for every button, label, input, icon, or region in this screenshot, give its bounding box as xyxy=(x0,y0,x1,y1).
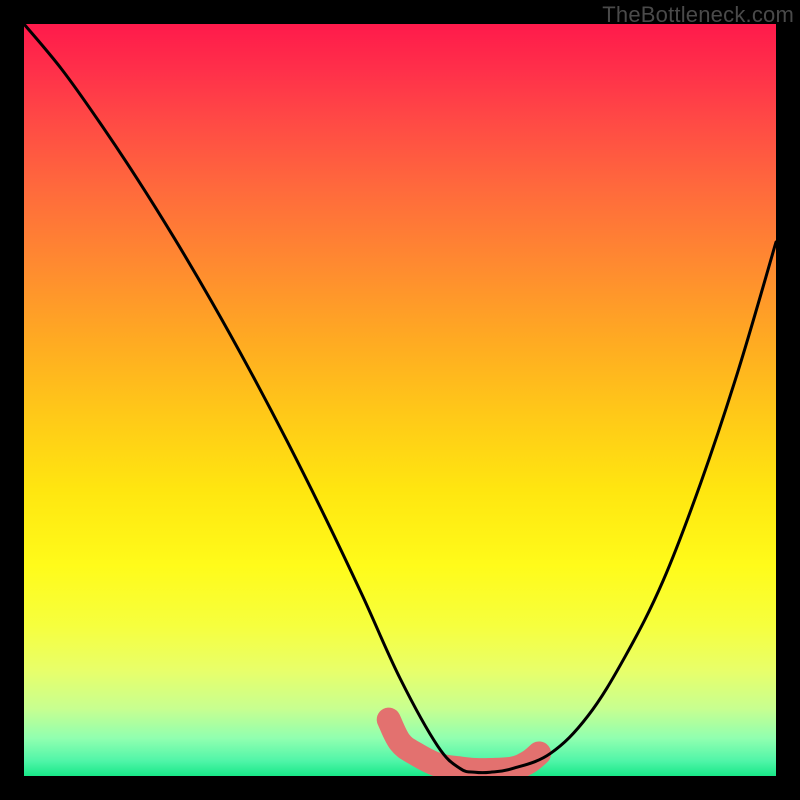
chart-frame: TheBottleneck.com xyxy=(0,0,800,800)
bottleneck-curve-stroke xyxy=(24,24,776,773)
plot-area xyxy=(24,24,776,776)
optimal-band-stroke xyxy=(389,720,539,771)
curve-layer xyxy=(24,24,776,776)
watermark-text: TheBottleneck.com xyxy=(602,2,794,28)
